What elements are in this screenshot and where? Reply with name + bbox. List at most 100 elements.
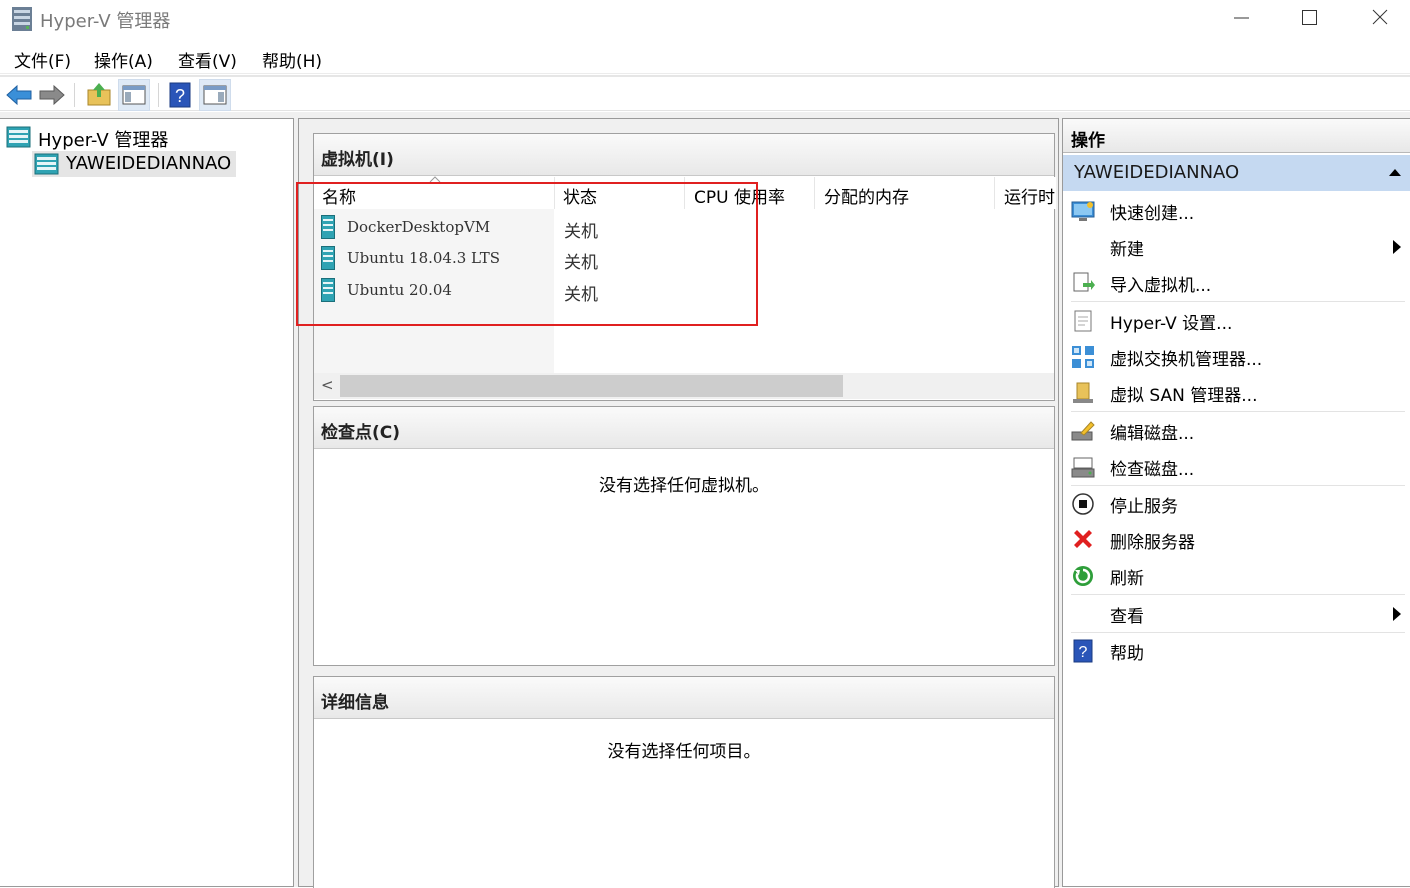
action-label: 快速创建...: [1110, 204, 1195, 224]
action-quick-create[interactable]: 快速创建...: [1063, 193, 1407, 229]
import-icon: [1073, 272, 1095, 292]
action-pane-icon: [203, 85, 227, 105]
san-icon: [1073, 382, 1093, 403]
hyperv-app-icon: [12, 7, 32, 31]
action-label: 编辑磁盘...: [1110, 424, 1195, 444]
action-edit-disk[interactable]: 编辑磁盘...: [1063, 413, 1407, 449]
forward-button[interactable]: [36, 79, 68, 111]
action-import-vm[interactable]: 导入虚拟机...: [1063, 265, 1407, 301]
action-remove-server[interactable]: 删除服务器: [1063, 522, 1407, 558]
action-label: 帮助: [1110, 644, 1144, 664]
collapse-up-icon[interactable]: [1388, 168, 1402, 177]
highlight-box: [296, 182, 758, 326]
console-tree-icon: [122, 85, 146, 105]
refresh-icon: [1073, 566, 1093, 586]
toolbar-separator: [158, 83, 159, 107]
action-label: 虚拟交换机管理器...: [1110, 350, 1263, 370]
actions-title: 操作: [1071, 131, 1105, 151]
column-separator[interactable]: [994, 177, 995, 209]
minimize-icon: [1234, 17, 1249, 19]
action-label: 虚拟 SAN 管理器...: [1110, 386, 1258, 406]
folder-up-icon: [87, 83, 111, 106]
action-view[interactable]: 查看: [1063, 596, 1407, 632]
menu-bar: 文件(F) 操作(A) 查看(V) 帮助(H): [0, 42, 1410, 74]
action-label: 删除服务器: [1110, 533, 1195, 553]
action-label: 检查磁盘...: [1110, 460, 1195, 480]
quick-create-icon: [1071, 201, 1095, 221]
help-toolbar-button[interactable]: ?: [164, 79, 196, 111]
action-refresh[interactable]: 刷新: [1063, 558, 1407, 594]
up-folder-button[interactable]: [83, 79, 115, 111]
title-bar: Hyper-V 管理器: [0, 0, 1410, 40]
action-virtual-san-manager[interactable]: 虚拟 SAN 管理器...: [1063, 375, 1407, 411]
back-button[interactable]: [3, 79, 35, 111]
help-icon: ?: [1073, 639, 1093, 663]
maximize-icon: [1302, 10, 1317, 25]
scroll-left-arrow[interactable]: <: [321, 376, 334, 394]
maximize-button[interactable]: [1275, 0, 1345, 40]
submenu-arrow-icon: [1393, 240, 1401, 254]
actions-server-header[interactable]: YAWEIDEDIANNAO: [1063, 155, 1410, 191]
action-separator: [1071, 301, 1405, 302]
menu-view[interactable]: 查看(V): [178, 47, 237, 72]
checkpoint-section-title: 检查点(C): [321, 423, 401, 443]
close-button[interactable]: [1345, 0, 1410, 40]
settings-page-icon: [1074, 310, 1092, 332]
vm-section-title: 虚拟机(I): [321, 150, 394, 170]
column-memory[interactable]: 分配的内存: [824, 183, 909, 208]
scrollbar-thumb[interactable]: [340, 375, 843, 397]
vm-section-header: 虚拟机(I): [314, 134, 1054, 176]
action-separator: [1071, 594, 1405, 595]
action-label: 刷新: [1110, 569, 1144, 589]
help-icon: ?: [169, 82, 191, 108]
window-title: Hyper-V 管理器: [40, 11, 171, 32]
menu-help[interactable]: 帮助(H): [262, 47, 322, 72]
actions-server-name: YAWEIDEDIANNAO: [1074, 162, 1240, 183]
edit-disk-icon: [1071, 421, 1095, 441]
hyperv-manager-icon: [6, 126, 31, 148]
show-hide-action-pane-button[interactable]: [199, 79, 231, 111]
tree-server-label: YAWEIDEDIANNAO: [66, 153, 232, 174]
action-separator: [1071, 411, 1405, 412]
menu-file[interactable]: 文件(F): [14, 47, 71, 72]
action-stop-service[interactable]: 停止服务: [1063, 486, 1407, 522]
action-virtual-switch-manager[interactable]: 虚拟交换机管理器...: [1063, 339, 1407, 375]
action-help[interactable]: ? 帮助: [1063, 633, 1407, 669]
stop-icon: [1072, 493, 1094, 515]
checkpoint-empty-message: 没有选择任何虚拟机。: [599, 476, 769, 496]
action-hyperv-settings[interactable]: Hyper-V 设置...: [1063, 303, 1407, 339]
action-inspect-disk[interactable]: 检查磁盘...: [1063, 449, 1407, 485]
checkpoint-section-header: 检查点(C): [314, 407, 1054, 449]
results-pane: 虚拟机(I) 名称 状态 CPU 使用率 分配的内存 运行时 DockerDes…: [296, 118, 1059, 888]
actions-header: 操作: [1063, 119, 1410, 153]
svg-text:?: ?: [1079, 644, 1088, 661]
action-label: 新建: [1110, 240, 1144, 260]
inspect-disk-icon: [1071, 457, 1095, 478]
action-label: 停止服务: [1110, 497, 1178, 517]
action-new[interactable]: 新建: [1063, 229, 1407, 265]
forward-arrow-icon: [39, 84, 65, 106]
console-tree: Hyper-V 管理器 YAWEIDEDIANNAO: [0, 118, 294, 887]
submenu-arrow-icon: [1393, 607, 1401, 621]
details-section-header: 详细信息: [314, 677, 1054, 719]
column-separator[interactable]: [814, 177, 815, 209]
switch-icon: [1072, 346, 1094, 368]
horizontal-scrollbar[interactable]: <: [314, 373, 1054, 399]
actions-pane: 操作 YAWEIDEDIANNAO 快速创建... 新建 导入虚拟机... Hy…: [1062, 118, 1410, 887]
close-icon: [1372, 9, 1388, 25]
action-label: 查看: [1110, 607, 1144, 627]
minimize-button[interactable]: [1205, 0, 1275, 40]
menu-action[interactable]: 操作(A): [94, 47, 153, 72]
details-section-title: 详细信息: [321, 693, 389, 713]
tree-item-root[interactable]: Hyper-V 管理器: [6, 124, 286, 151]
server-icon: [34, 153, 59, 175]
tree-item-server[interactable]: YAWEIDEDIANNAO: [32, 151, 236, 177]
vm-section: 虚拟机(I) 名称 状态 CPU 使用率 分配的内存 运行时 DockerDes…: [296, 133, 1056, 401]
show-hide-console-tree-button[interactable]: [118, 79, 150, 111]
toolbar: ?: [0, 75, 1410, 111]
svg-text:?: ?: [175, 86, 185, 106]
column-uptime[interactable]: 运行时: [1004, 183, 1055, 208]
delete-icon: [1074, 530, 1092, 548]
tree-root-label: Hyper-V 管理器: [38, 130, 169, 151]
details-empty-message: 没有选择任何项目。: [607, 742, 761, 762]
